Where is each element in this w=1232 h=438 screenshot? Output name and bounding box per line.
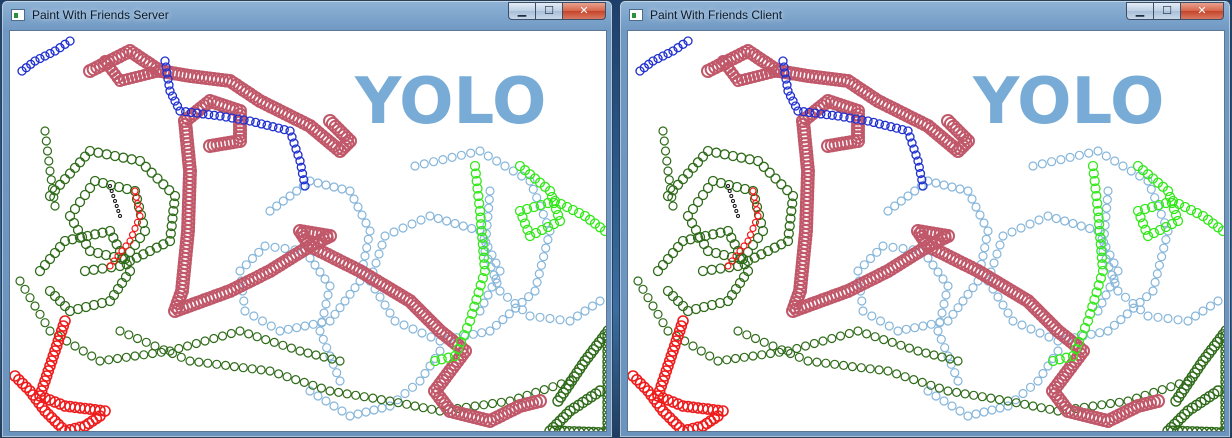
yolo-text: YOLO bbox=[972, 65, 1164, 139]
crimson-brush-stroke bbox=[178, 94, 247, 153]
app-icon bbox=[11, 9, 25, 21]
close-button[interactable]: ✕ bbox=[562, 2, 606, 20]
server-window: Paint With Friends Server ▁ ☐ ✕ YOLO bbox=[1, 0, 613, 438]
drawing: YOLO bbox=[10, 36, 606, 431]
yolo-text: YOLO bbox=[354, 65, 546, 139]
client-titlebar[interactable]: Paint With Friends Client ▁ ☐ ✕ bbox=[620, 1, 1230, 29]
red-brush-stroke bbox=[628, 315, 729, 431]
minimize-button[interactable]: ▁ bbox=[508, 2, 535, 20]
window-controls: ▁ ☐ ✕ bbox=[508, 2, 606, 21]
server-titlebar[interactable]: Paint With Friends Server ▁ ☐ ✕ bbox=[2, 1, 612, 29]
maximize-button[interactable]: ☐ bbox=[535, 2, 562, 20]
lightblue-brush-stroke bbox=[480, 186, 605, 326]
minimize-button[interactable]: ▁ bbox=[1126, 2, 1153, 20]
darkgreen-brush-stroke bbox=[115, 326, 575, 416]
close-button[interactable]: ✕ bbox=[1180, 2, 1224, 20]
darkgreen-brush-stroke bbox=[1162, 325, 1224, 431]
darkgreen-brush-stroke bbox=[44, 145, 181, 277]
darkgreen-brush-stroke bbox=[544, 325, 606, 431]
paint-canvas[interactable]: YOLO bbox=[627, 30, 1225, 432]
maximize-button[interactable]: ☐ bbox=[1153, 2, 1180, 20]
darkgreen-brush-stroke bbox=[40, 126, 60, 211]
drawing: YOLO bbox=[628, 36, 1224, 431]
lightblue-brush-stroke bbox=[1098, 186, 1223, 326]
red-brush-stroke bbox=[106, 187, 144, 270]
red-brush-stroke bbox=[10, 315, 111, 431]
red-brush-stroke bbox=[724, 187, 762, 270]
window-title: Paint With Friends Client bbox=[650, 8, 783, 22]
blue-brush-stroke bbox=[17, 36, 75, 76]
blue-brush-stroke bbox=[635, 36, 693, 76]
darkgreen-brush-stroke bbox=[733, 326, 1193, 416]
crimson-brush-stroke bbox=[796, 94, 865, 153]
client-window: Paint With Friends Client ▁ ☐ ✕ YOLO bbox=[619, 0, 1231, 438]
green-brush-stroke bbox=[514, 160, 606, 242]
app-icon bbox=[629, 9, 643, 21]
window-title: Paint With Friends Server bbox=[32, 8, 169, 22]
paint-canvas[interactable]: YOLO bbox=[9, 30, 607, 432]
darkgreen-brush-stroke bbox=[662, 145, 799, 277]
green-brush-stroke bbox=[1132, 160, 1224, 242]
darkgreen-brush-stroke bbox=[658, 126, 678, 211]
window-controls: ▁ ☐ ✕ bbox=[1126, 2, 1224, 21]
